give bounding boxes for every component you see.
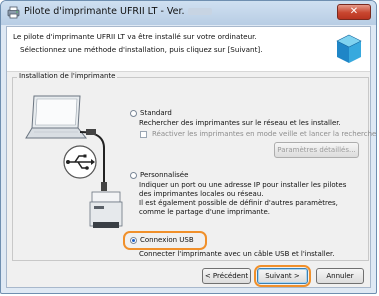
usb-label[interactable]: Connexion USB xyxy=(140,236,194,244)
custom-label[interactable]: Personnalisée xyxy=(140,171,188,179)
back-button[interactable]: < Précédent xyxy=(202,268,251,284)
wake-sleep-printers-label[interactable]: Réactiver les imprimantes en mode veille… xyxy=(152,130,376,138)
version-number-redacted xyxy=(187,8,212,15)
dialog-client-area: Le pilote d'imprimante UFRII LT va être … xyxy=(6,26,376,288)
cancel-button[interactable]: Annuler xyxy=(316,268,364,284)
printer-driver-icon xyxy=(7,6,20,19)
close-button[interactable]: ✕ xyxy=(337,4,371,20)
usb-radio[interactable] xyxy=(130,237,137,244)
standard-radio[interactable] xyxy=(130,110,137,117)
usb-plug-top xyxy=(86,129,96,135)
detailed-settings-button[interactable]: Paramètres détaillés... xyxy=(274,142,359,158)
title-bar[interactable]: Pilote d'imprimante UFRII LT - Ver. ✕ xyxy=(1,1,376,25)
header-instruction-text: Sélectionnez une méthode d'installation,… xyxy=(20,45,263,54)
standard-description: Rechercher des imprimantes sur le réseau… xyxy=(139,119,341,127)
window-title: Pilote d'imprimante UFRII LT - Ver. xyxy=(24,6,212,17)
dialog-header: Le pilote d'imprimante UFRII LT va être … xyxy=(7,27,370,72)
wake-sleep-printers-checkbox[interactable] xyxy=(140,131,147,138)
printer-icon xyxy=(89,191,123,228)
laptop-icon xyxy=(25,95,88,139)
custom-description: Indiquer un port ou une adresse IP pour … xyxy=(139,181,346,217)
printer-installation-group: Installation de l'imprimante Standard Re… xyxy=(12,72,376,261)
custom-description-line-1: Indiquer un port ou une adresse IP pour … xyxy=(139,181,347,189)
usb-connection-illustration xyxy=(25,95,123,228)
custom-radio[interactable] xyxy=(130,172,137,179)
standard-label[interactable]: Standard xyxy=(140,109,172,117)
installer-window: Pilote d'imprimante UFRII LT - Ver. ✕ Le… xyxy=(0,0,377,294)
custom-description-line-4: comme le partage d'une imprimante. xyxy=(139,208,271,216)
group-title: Installation de l'imprimante xyxy=(17,72,118,80)
custom-description-line-2: des imprimantes locales ou réseau. xyxy=(139,190,264,198)
install-package-icon xyxy=(336,34,362,63)
usb-description: Connecter l'imprimante avec un câble USB… xyxy=(139,250,335,258)
next-button[interactable]: Suivant > xyxy=(257,268,308,284)
usb-plug-bottom xyxy=(101,182,107,191)
header-intro-text: Le pilote d'imprimante UFRII LT va être … xyxy=(13,32,257,41)
custom-description-line-3: Il est également possible de définir d'a… xyxy=(139,199,338,207)
